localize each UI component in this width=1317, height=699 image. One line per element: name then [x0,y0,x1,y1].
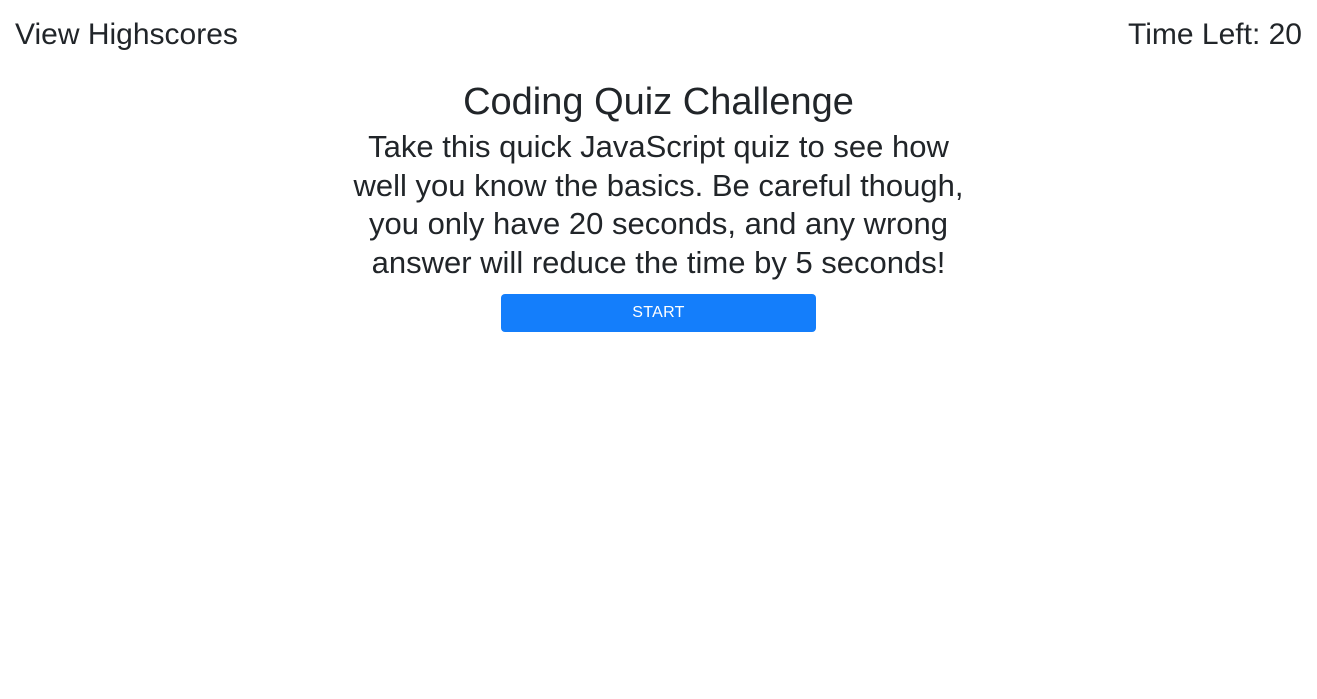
quiz-instructions: Take this quick JavaScript quiz to see h… [353,129,964,280]
time-left-display: Time Left: 20 [1128,18,1302,51]
quiz-intro-section: Coding Quiz Challenge Take this quick Ja… [0,78,1317,332]
top-bar: View Highscores Time Left: 20 [0,0,1317,70]
start-button[interactable]: START [501,294,816,332]
view-highscores-link[interactable]: View Highscores [15,16,238,54]
page-title: Coding Quiz Challenge [463,81,854,123]
